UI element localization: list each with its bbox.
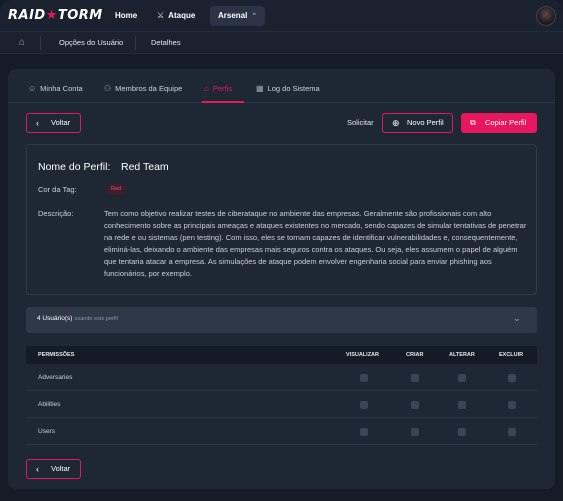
checkbox-excluir[interactable] [508, 428, 516, 436]
checkbox-criar[interactable] [411, 428, 419, 436]
table-row: Adversaries [26, 364, 537, 391]
copy-profile-button[interactable]: ⧉ Copiar Perfil [461, 113, 537, 133]
description-label: Descrição: [38, 209, 74, 218]
tab-bar: ☺ Minha Conta ⚇ Membros da Equipe ⌂ Perfis … [8, 69, 555, 103]
table-row: Abilities [26, 391, 537, 418]
tab-perfis[interactable]: ⌂ Perfis [204, 81, 232, 97]
nav-arsenal[interactable]: Arsenal ⌃ [210, 6, 265, 26]
back-button-bottom[interactable]: ‹ Voltar [26, 459, 81, 479]
chevron-left-icon: ‹ [36, 464, 39, 474]
profile-name-value: Red Team [121, 161, 169, 173]
back-button-label: Voltar [51, 118, 71, 127]
permission-name: Abilities [38, 401, 61, 408]
solicitar-link[interactable]: Solicitar [347, 113, 374, 133]
profile-icon: ⌂ [204, 84, 209, 93]
checkbox-excluir[interactable] [508, 374, 516, 382]
breadcrumb-item-opcoes[interactable]: Opções do Usuário [59, 32, 123, 54]
breadcrumb-item-detalhes: Detalhes [151, 38, 181, 47]
breadcrumb: ⌂ Opções do Usuário Detalhes [0, 32, 563, 54]
table-header: PERMISSÕES VISUALIZAR CRIAR ALTERAR EXCL… [26, 346, 537, 364]
users-count-label: 4 Usuário(s) [37, 315, 73, 322]
users-count-sublabel: usando este perfil [74, 316, 118, 322]
checkbox-excluir[interactable] [508, 401, 516, 409]
user-avatar[interactable] [536, 6, 556, 26]
app-window: RAID★TORM Home ⚔ Ataque Arsenal ⌃ ⌂ Opções… [0, 0, 563, 501]
tab-label: Log do Sistema [267, 84, 320, 93]
user-icon: ☺ [28, 84, 37, 93]
tab-label: Perfis [212, 84, 233, 93]
copy-profile-label: Copiar Perfil [485, 118, 527, 127]
header-visualizar: VISUALIZAR [346, 352, 379, 358]
profile-info-panel: Nome do Perfil: Red Team Cor da Tag: Red… [26, 144, 537, 295]
header-alterar: ALTERAR [449, 352, 475, 358]
checkbox-visualizar[interactable] [360, 401, 368, 409]
header-criar: CRIAR [406, 352, 424, 358]
chevron-left-icon: ‹ [36, 118, 39, 128]
permission-name: Adversaries [38, 374, 73, 381]
user-plus-icon: ⚇ [104, 84, 112, 93]
header-permissoes: PERMISSÕES [38, 352, 75, 358]
description-text: Tem como objetivo realizar testes de cib… [104, 209, 527, 278]
copy-icon: ⧉ [470, 118, 476, 127]
chevron-down-icon: ⌄ [513, 313, 521, 323]
tab-label: Membros da Equipe [115, 84, 183, 93]
checkbox-visualizar[interactable] [360, 428, 368, 436]
permission-name: Users [38, 428, 55, 435]
nav-ataque[interactable]: ⚔ Ataque [157, 6, 195, 26]
calendar-icon: ▦ [256, 84, 264, 93]
nav-home[interactable]: Home [115, 6, 137, 26]
tab-membros-equipe[interactable]: ⚇ Membros da Equipe [104, 81, 182, 97]
tab-minha-conta[interactable]: ☺ Minha Conta [28, 81, 83, 97]
breadcrumb-divider [135, 36, 136, 50]
active-tab-indicator [202, 101, 244, 103]
tag-color-label: Cor da Tag: [38, 185, 77, 194]
checkbox-criar[interactable] [411, 374, 419, 382]
profile-details-card: ☺ Minha Conta ⚇ Membros da Equipe ⌂ Perfis … [8, 69, 555, 489]
header-excluir: EXCLUIR [499, 352, 524, 358]
checkbox-alterar[interactable] [458, 401, 466, 409]
back-button[interactable]: ‹ Voltar [26, 113, 81, 133]
new-profile-button[interactable]: ⊕ Novo Perfil [382, 113, 453, 133]
raidstorm-logo[interactable]: RAID★TORM [8, 8, 103, 24]
users-accordion[interactable]: 4 Usuário(s) usando este perfil ⌄ [26, 307, 537, 333]
checkbox-alterar[interactable] [458, 428, 466, 436]
home-icon[interactable]: ⌂ [19, 32, 25, 54]
checkbox-criar[interactable] [411, 401, 419, 409]
new-profile-label: Novo Perfil [407, 118, 444, 127]
checkbox-alterar[interactable] [458, 374, 466, 382]
users-count: 4 Usuário(s) usando este perfil [37, 315, 118, 322]
tab-label: Minha Conta [40, 84, 83, 93]
chevron-up-icon: ⌃ [251, 13, 258, 20]
sword-icon: ⚔ [157, 11, 165, 20]
nav-ataque-label: Ataque [168, 11, 196, 20]
nav-arsenal-label: Arsenal [218, 11, 248, 20]
plus-circle-icon: ⊕ [392, 118, 400, 128]
breadcrumb-divider [40, 36, 41, 50]
table-row: Users [26, 418, 537, 445]
top-navbar: RAID★TORM Home ⚔ Ataque Arsenal ⌃ [0, 0, 563, 32]
tag-color-badge: Red [106, 184, 127, 195]
tab-log-sistema[interactable]: ▦ Log do Sistema [256, 81, 320, 97]
nav-home-label: Home [115, 11, 138, 20]
back-button-label: Voltar [51, 464, 71, 473]
profile-name-label: Nome do Perfil: [38, 161, 111, 173]
checkbox-visualizar[interactable] [360, 374, 368, 382]
